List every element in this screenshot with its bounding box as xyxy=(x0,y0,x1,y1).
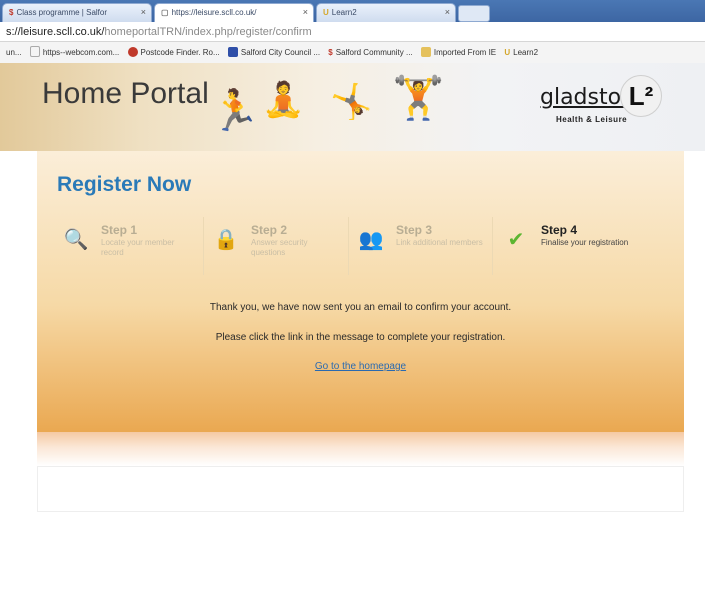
portal-banner: Home Portal 🏃 🧘 🤸 🏋 gladstone L² Health … xyxy=(0,63,705,151)
step-2: 🔒 Step 2 Answer security questions xyxy=(207,221,337,276)
step-3: 👥 Step 3 Link additional members xyxy=(352,221,483,276)
step-divider xyxy=(203,217,204,275)
tab-leisure[interactable]: ▢ https://leisure.scll.co.uk/ × xyxy=(154,3,314,22)
runner-silhouette-icon: 🏃 xyxy=(210,89,260,133)
yoga-figure-icon: 🧘 xyxy=(262,81,305,119)
confirmation-message: Thank you, we have now sent you an email… xyxy=(209,302,512,313)
browser-tab-bar: $ Class programme | Salfor × ▢ https://lei… xyxy=(0,0,705,22)
dollar-icon: $ xyxy=(328,48,333,57)
close-tab-icon[interactable]: × xyxy=(303,7,308,17)
bookmark-folder[interactable]: Imported From IE xyxy=(420,42,496,63)
close-tab-icon[interactable]: × xyxy=(445,7,450,17)
step-title: Step 2 xyxy=(251,223,288,237)
url-domain: s://leisure.scll.co.uk/ xyxy=(6,26,105,38)
tab-label: https://leisure.scll.co.uk/ xyxy=(171,8,257,17)
tab-label: Learn2 xyxy=(331,8,357,17)
l2-logo-badge: L² xyxy=(620,75,662,117)
step-divider xyxy=(348,217,349,275)
council-icon xyxy=(227,47,238,57)
register-panel: Register Now 🔍 Step 1 Locate your member… xyxy=(37,151,684,432)
new-tab-button[interactable] xyxy=(458,5,490,22)
bookmark-item[interactable]: $ Salford Community ... xyxy=(328,42,412,63)
folder-icon xyxy=(420,47,431,57)
tab-learn2[interactable]: U Learn2 × xyxy=(316,3,456,22)
gymnast-figure-icon: 🤸 xyxy=(330,83,373,121)
portal-title: Home Portal xyxy=(42,77,209,110)
postcode-icon xyxy=(127,47,138,57)
step-title: Step 3 xyxy=(396,223,433,237)
bookmark-item[interactable]: https--webcom.com... xyxy=(29,42,119,63)
logo-subtitle: Health & Leisure xyxy=(556,115,628,124)
register-title: Register Now xyxy=(57,173,192,196)
learn2-favicon-icon: U xyxy=(323,8,329,17)
site-favicon-icon: $ xyxy=(9,8,14,17)
weightlifter-figure-icon: 🏋 xyxy=(392,74,445,121)
tab-label: Class programme | Salfor xyxy=(16,8,108,17)
step-title: Step 4 xyxy=(541,223,578,237)
step-description: Answer security questions xyxy=(251,238,308,257)
homepage-link[interactable]: Go to the homepage xyxy=(37,361,684,372)
tab-class-programme[interactable]: $ Class programme | Salfor × xyxy=(2,3,152,22)
page-favicon-icon: ▢ xyxy=(161,8,169,17)
padlock-icon: 🔒 xyxy=(213,229,239,251)
address-bar[interactable]: s://leisure.scll.co.uk/homeportalTRN/ind… xyxy=(0,22,705,42)
step-4: ✔ Step 4 Finalise your registration xyxy=(497,221,629,276)
bookmark-item[interactable]: U Learn2 xyxy=(504,42,538,63)
step-description: Locate your member record xyxy=(101,238,175,257)
bookmark-item[interactable]: Postcode Finder. Ro... xyxy=(127,42,220,63)
step-description: Finalise your registration xyxy=(541,238,629,247)
page-icon xyxy=(29,46,40,57)
step-title: Step 1 xyxy=(101,223,138,237)
close-tab-icon[interactable]: × xyxy=(141,7,146,17)
people-icon: 👥 xyxy=(358,229,384,251)
url-path: homeportalTRN/index.php/register/confirm xyxy=(104,26,312,38)
step-1: 🔍 Step 1 Locate your member record xyxy=(57,221,187,276)
step-description: Link additional members xyxy=(396,238,483,247)
instruction-message: Please click the link in the message to … xyxy=(215,332,506,343)
bookmark-item[interactable]: un... xyxy=(6,42,22,63)
bookmarks-bar: un... https--webcom.com... Postcode Find… xyxy=(0,42,705,64)
step-divider xyxy=(492,217,493,275)
learn2-icon: U xyxy=(504,48,511,57)
magnifier-icon: 🔍 xyxy=(63,229,89,251)
footer-box xyxy=(37,466,684,512)
checkmark-icon: ✔ xyxy=(507,229,525,251)
bookmark-item[interactable]: Salford City Council ... xyxy=(227,42,320,63)
panel-shadow xyxy=(37,432,684,466)
